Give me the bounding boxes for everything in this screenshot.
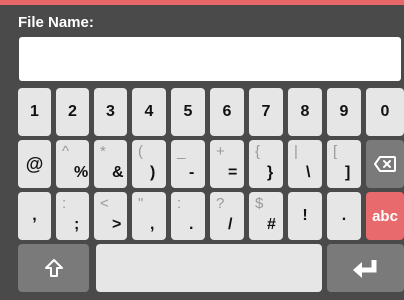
key-2[interactable]: 2 bbox=[56, 88, 89, 136]
key-paren[interactable]: () bbox=[132, 140, 166, 188]
key-alt-label: ? bbox=[216, 195, 225, 212]
key-label: # bbox=[267, 216, 276, 233]
keyboard-row-symbols-2: , :; < > ", :. ? / $ # ! . abc bbox=[18, 192, 404, 240]
key-label: - bbox=[189, 164, 195, 181]
space-key[interactable] bbox=[96, 244, 322, 292]
key-period-colon[interactable]: :. bbox=[171, 192, 205, 240]
enter-key[interactable] bbox=[327, 244, 404, 292]
key-alt-label: ( bbox=[138, 143, 143, 160]
abc-mode-key[interactable]: abc bbox=[366, 192, 404, 240]
keyboard-row-numbers: 1 2 3 4 5 6 7 8 9 0 bbox=[18, 88, 404, 136]
key-label: ! bbox=[302, 207, 308, 224]
key-4[interactable]: 4 bbox=[132, 88, 166, 136]
key-semicolon[interactable]: :; bbox=[56, 192, 89, 240]
key-label: 9 bbox=[339, 103, 349, 120]
key-label: \ bbox=[306, 164, 311, 181]
key-0[interactable]: 0 bbox=[366, 88, 404, 136]
enter-icon bbox=[352, 260, 376, 278]
key-6[interactable]: 6 bbox=[210, 88, 244, 136]
backspace-key[interactable] bbox=[366, 140, 404, 188]
key-label: ] bbox=[345, 164, 351, 181]
keyboard-row-symbols-1: @ ^% * & () _ - + = {} | \ [] bbox=[18, 140, 404, 188]
key-at[interactable]: @ bbox=[18, 140, 51, 188]
key-exclamation[interactable]: ! bbox=[288, 192, 322, 240]
key-alt-label: * bbox=[100, 143, 106, 160]
key-alt-label: | bbox=[294, 143, 298, 160]
key-8[interactable]: 8 bbox=[288, 88, 322, 136]
key-alt-label: [ bbox=[333, 143, 338, 160]
key-label: 4 bbox=[144, 103, 154, 120]
key-alt-label: : bbox=[62, 195, 67, 212]
key-label: 3 bbox=[106, 103, 115, 120]
shift-key[interactable] bbox=[18, 244, 89, 292]
key-backslash[interactable]: | \ bbox=[288, 140, 322, 188]
key-alt-label: : bbox=[177, 195, 182, 212]
key-label: % bbox=[74, 164, 89, 181]
top-accent-bar bbox=[0, 0, 404, 5]
key-percent[interactable]: ^% bbox=[56, 140, 89, 188]
key-label: 8 bbox=[300, 103, 310, 120]
keyboard: 1 2 3 4 5 6 7 8 9 0 @ ^% * & () _ - + = {} … bbox=[18, 88, 404, 300]
key-label: , bbox=[32, 207, 37, 224]
key-alt-label: ^ bbox=[62, 143, 70, 160]
key-label: = bbox=[228, 164, 238, 181]
key-label: & bbox=[112, 164, 124, 181]
key-label: 7 bbox=[261, 103, 271, 120]
key-alt-label: $ bbox=[255, 195, 264, 212]
key-label: ; bbox=[74, 216, 80, 233]
key-slash[interactable]: ? / bbox=[210, 192, 244, 240]
key-label: 0 bbox=[380, 103, 390, 120]
key-label: / bbox=[228, 216, 233, 233]
key-label: . bbox=[341, 207, 347, 224]
key-label: , bbox=[150, 216, 155, 233]
key-alt-label: _ bbox=[177, 143, 186, 160]
key-9[interactable]: 9 bbox=[327, 88, 361, 136]
keyboard-screen: File Name: 1 2 3 4 5 6 7 8 9 0 @ ^% * & (… bbox=[0, 0, 404, 300]
key-1[interactable]: 1 bbox=[18, 88, 51, 136]
backspace-icon bbox=[374, 156, 396, 172]
key-greater-than[interactable]: < > bbox=[94, 192, 127, 240]
keyboard-row-bottom bbox=[18, 244, 404, 292]
key-label: . bbox=[189, 216, 194, 233]
key-alt-label: { bbox=[255, 143, 261, 160]
key-label: 2 bbox=[68, 103, 77, 120]
key-alt-label: " bbox=[138, 195, 144, 212]
key-hash[interactable]: $ # bbox=[249, 192, 283, 240]
key-bracket[interactable]: [] bbox=[327, 140, 361, 188]
key-comma[interactable]: , bbox=[18, 192, 51, 240]
key-label: 6 bbox=[222, 103, 232, 120]
key-equals[interactable]: + = bbox=[210, 140, 244, 188]
key-period[interactable]: . bbox=[327, 192, 361, 240]
key-5[interactable]: 5 bbox=[171, 88, 205, 136]
key-label: } bbox=[267, 164, 274, 181]
key-minus[interactable]: _ - bbox=[171, 140, 205, 188]
key-brace[interactable]: {} bbox=[249, 140, 283, 188]
key-label: abc bbox=[372, 207, 398, 225]
key-3[interactable]: 3 bbox=[94, 88, 127, 136]
file-name-input[interactable] bbox=[19, 37, 401, 81]
key-label: @ bbox=[25, 153, 44, 174]
key-alt-label: < bbox=[100, 195, 109, 212]
key-7[interactable]: 7 bbox=[249, 88, 283, 136]
key-quote[interactable]: ", bbox=[132, 192, 166, 240]
shift-icon bbox=[44, 259, 63, 277]
key-alt-label: + bbox=[216, 143, 225, 160]
key-ampersand[interactable]: * & bbox=[94, 140, 127, 188]
file-name-label: File Name: bbox=[18, 14, 94, 31]
key-label: ) bbox=[150, 164, 156, 181]
key-label: 1 bbox=[30, 103, 39, 120]
key-label: 5 bbox=[183, 103, 193, 120]
key-label: > bbox=[112, 216, 122, 233]
